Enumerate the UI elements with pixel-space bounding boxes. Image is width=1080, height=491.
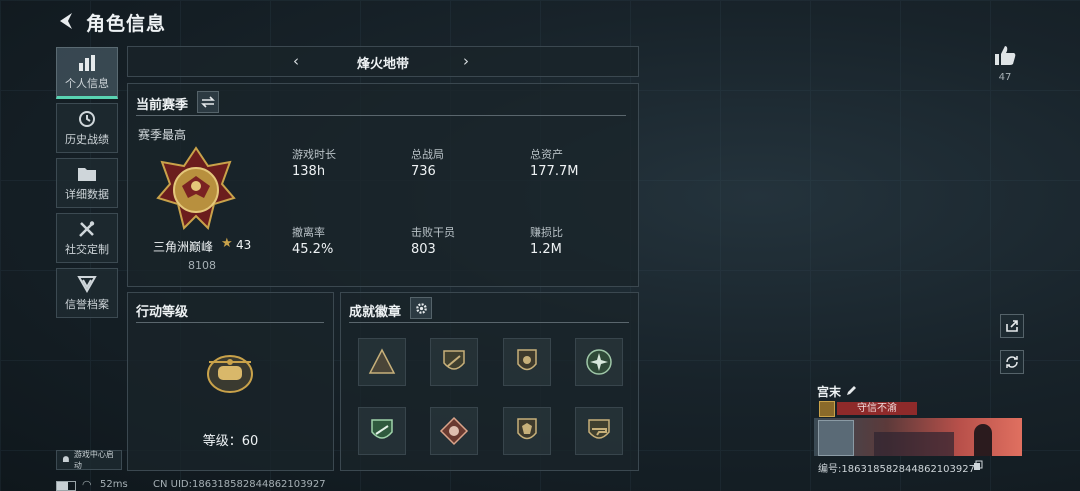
stat-value: 177.7M (530, 164, 579, 179)
green-shield-badge-icon (371, 419, 393, 439)
wrench-tools-icon (79, 220, 95, 237)
title-tag: 守信不渝 (837, 402, 917, 415)
achievement-badge[interactable] (575, 407, 623, 455)
star-medal-badge-icon (586, 349, 612, 375)
reputation-shield-icon (77, 275, 97, 293)
sidebar-item-label: 信誉档案 (65, 297, 109, 311)
copy-icon[interactable] (973, 460, 983, 471)
achievement-badge[interactable] (430, 407, 478, 455)
sidebar-item-label: 社交定制 (65, 242, 109, 256)
sidebar-item-label: 历史战绩 (65, 132, 109, 146)
season-header: 当前赛季 (136, 98, 189, 113)
rank-star-icon: ★ (221, 236, 233, 251)
player-name: 宫末 (817, 385, 842, 399)
ping-text: 52ms (100, 479, 128, 490)
achievements-panel: 成就徽章 (340, 292, 639, 471)
history-clock-icon (79, 110, 95, 127)
like-count: 47 (998, 72, 1012, 83)
diamond-badge-icon (439, 416, 469, 446)
share-icon (1006, 320, 1018, 332)
bell-icon (62, 456, 69, 462)
season-panel: 当前赛季 赛季最高 三角洲巅峰 ★ 43 8108 游戏时长 138h 总战局 … (127, 83, 639, 287)
battery-icon (56, 481, 76, 491)
sidebar-item-reputation[interactable]: 信誉档案 (56, 268, 118, 318)
stat-label: 赚损比 (530, 226, 563, 239)
action-level-header: 行动等级 (136, 305, 189, 320)
player-id: 编号:1863185828448621039​27 (818, 464, 975, 475)
stat-value: 1.2M (530, 242, 562, 257)
gear-icon (415, 302, 427, 314)
share-button[interactable] (1000, 314, 1024, 338)
sidebar-item-label: 个人信息 (65, 76, 109, 90)
swap-arrows-icon (201, 96, 215, 108)
rank-emblem-icon (156, 146, 236, 230)
sidebar-item-personal-info[interactable]: 个人信息 (56, 47, 118, 99)
folder-icon (78, 167, 96, 181)
uid-text: CN UID:18631858284486210392​7 (153, 479, 326, 490)
stat-value: 45.2% (292, 242, 334, 257)
stat-label: 击败干员 (411, 226, 455, 239)
edit-pencil-icon[interactable] (845, 384, 858, 397)
banner-skyline (874, 432, 954, 456)
thumbs-up-icon[interactable] (993, 44, 1017, 66)
banner-character (974, 424, 992, 456)
game-center-launch-tag[interactable]: 游戏中心启动 (56, 450, 122, 470)
season-subheader: 赛季最高 (138, 128, 187, 142)
action-level-panel: 行动等级 等级：60 (127, 292, 334, 471)
sidebar-item-details[interactable]: 详细数据 (56, 158, 118, 208)
page-title: 角色信息 (86, 13, 167, 35)
stat-value: 803 (411, 242, 436, 257)
triangle-badge-icon (368, 348, 396, 374)
shield-badge-icon (443, 350, 465, 370)
back-arrow-icon[interactable] (56, 10, 78, 32)
emblem-badge-icon (517, 418, 537, 440)
sidebar-item-history[interactable]: 历史战绩 (56, 103, 118, 153)
refresh-icon (1006, 356, 1018, 368)
stat-label: 游戏时长 (292, 148, 336, 161)
stat-label: 总战局 (411, 148, 444, 161)
rank-mini-icon (819, 401, 835, 417)
rank-score: 8108 (188, 259, 216, 272)
stat-value: 736 (411, 164, 436, 179)
stat-label: 总资产 (530, 148, 563, 161)
achievement-badge[interactable] (503, 338, 551, 386)
rank-stars: 43 (236, 238, 252, 252)
mode-next-chevron-icon[interactable]: › (463, 52, 469, 70)
achievements-settings-button[interactable] (410, 297, 432, 319)
stat-label: 撤离率 (292, 226, 325, 239)
rank-name: 三角洲巅峰 (153, 240, 214, 254)
achievements-header: 成就徽章 (349, 305, 402, 320)
bar-chart-icon (79, 54, 95, 71)
achievement-badge[interactable] (575, 338, 623, 386)
stat-value: 138h (292, 164, 326, 179)
avatar (818, 420, 854, 456)
crest-badge-icon (517, 349, 537, 371)
profile-banner (814, 418, 1022, 456)
game-center-label: 游戏中心启动 (73, 450, 114, 470)
achievement-badge[interactable] (503, 407, 551, 455)
action-level-text: 等级：60 (202, 434, 259, 449)
action-level-divider (136, 322, 324, 323)
achievement-badge[interactable] (358, 407, 406, 455)
sidebar-item-social[interactable]: 社交定制 (56, 213, 118, 263)
season-divider (136, 115, 626, 116)
achievement-badge[interactable] (358, 338, 406, 386)
refresh-button[interactable] (1000, 350, 1024, 374)
sidebar-item-label: 详细数据 (65, 187, 109, 201)
wifi-icon: ◠ (82, 478, 92, 491)
achievement-badge[interactable] (430, 338, 478, 386)
season-switch-button[interactable] (197, 91, 219, 113)
mode-label: 烽火地带 (356, 57, 409, 72)
mode-selector: ‹ 烽火地带 › (127, 46, 639, 77)
achievements-divider (349, 322, 629, 323)
gun-shield-badge-icon (588, 419, 610, 439)
level-emblem-icon (207, 355, 253, 393)
